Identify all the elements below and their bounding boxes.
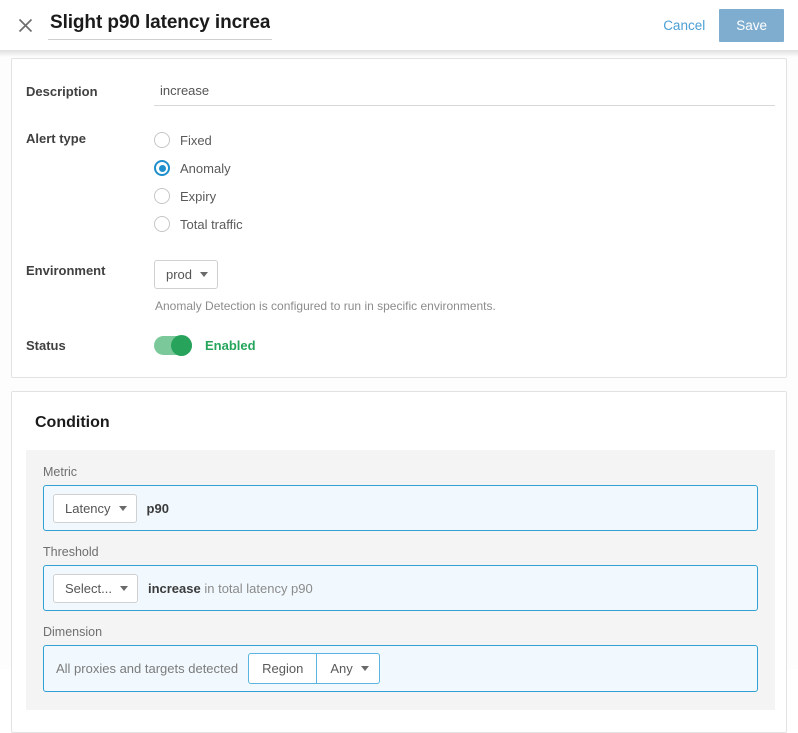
radio-option-anomaly[interactable]: Anomaly (154, 154, 775, 182)
alert-title-input[interactable] (48, 10, 272, 40)
radio-circle-icon (154, 216, 170, 232)
radio-circle-selected-icon (154, 160, 170, 176)
environment-row: Environment prod Anomaly Detection is co… (26, 260, 775, 313)
dialog-body: Description Alert type Fixed Anomaly (0, 50, 798, 669)
metric-value-bold: p90 (147, 501, 169, 516)
environment-help-text: Anomaly Detection is configured to run i… (154, 299, 775, 313)
metric-group: Metric Latency p90 (43, 465, 758, 531)
environment-dropdown[interactable]: prod (154, 260, 218, 289)
threshold-box[interactable]: Select... increase in total latency p90 (43, 565, 758, 611)
status-toggle[interactable] (154, 336, 192, 355)
description-label: Description (26, 81, 154, 99)
radio-label: Total traffic (180, 217, 243, 232)
threshold-rest-text: in total latency p90 (201, 581, 313, 596)
condition-card: Condition Metric Latency p90 Threshold (11, 391, 787, 733)
condition-title: Condition (35, 414, 775, 432)
threshold-bold-text: increase (148, 581, 201, 596)
radio-circle-icon (154, 188, 170, 204)
alert-type-options: Fixed Anomaly Expiry Total traffic (154, 128, 775, 238)
save-button[interactable]: Save (719, 9, 784, 42)
radio-option-fixed[interactable]: Fixed (154, 126, 775, 154)
description-row: Description (26, 81, 775, 106)
metric-label: Metric (43, 465, 758, 479)
metric-value-text: p90 (147, 501, 169, 516)
description-input[interactable] (154, 81, 775, 106)
status-toggle-label: Enabled (205, 338, 256, 353)
radio-circle-icon (154, 132, 170, 148)
status-toggle-wrap: Enabled (154, 335, 775, 355)
chevron-down-icon (200, 272, 208, 277)
general-settings-card: Description Alert type Fixed Anomaly (11, 58, 787, 378)
close-icon (18, 18, 33, 33)
metric-dropdown[interactable]: Latency (53, 494, 137, 523)
radio-option-total-traffic[interactable]: Total traffic (154, 210, 775, 238)
threshold-description: increase in total latency p90 (148, 581, 313, 596)
alert-type-label: Alert type (26, 128, 154, 146)
metric-dropdown-value: Latency (65, 501, 111, 516)
dialog-header: Cancel Save (0, 0, 798, 50)
chevron-down-icon (119, 506, 127, 511)
metric-box[interactable]: Latency p90 (43, 485, 758, 531)
threshold-dropdown[interactable]: Select... (53, 574, 138, 603)
status-field-wrap: Enabled (154, 335, 775, 355)
alert-type-radio-group: Fixed Anomaly Expiry Total traffic (154, 126, 775, 238)
alert-type-row: Alert type Fixed Anomaly Expiry (26, 128, 775, 238)
radio-label: Expiry (180, 189, 216, 204)
environment-label: Environment (26, 260, 154, 278)
threshold-group: Threshold Select... increase in total la… (43, 545, 758, 611)
radio-label: Anomaly (180, 161, 231, 176)
status-label: Status (26, 335, 154, 353)
dimension-group: Dimension All proxies and targets detect… (43, 625, 758, 692)
threshold-label: Threshold (43, 545, 758, 559)
radio-option-expiry[interactable]: Expiry (154, 182, 775, 210)
close-button[interactable] (10, 10, 40, 40)
chevron-down-icon (120, 586, 128, 591)
environment-dropdown-value: prod (166, 267, 192, 282)
environment-field-wrap: prod Anomaly Detection is configured to … (154, 260, 775, 313)
cancel-button[interactable]: Cancel (653, 12, 715, 39)
threshold-dropdown-value: Select... (65, 581, 112, 596)
status-row: Status Enabled (26, 335, 775, 355)
condition-panel: Metric Latency p90 Threshold Select... (26, 450, 775, 710)
radio-label: Fixed (180, 133, 212, 148)
description-field-wrap (154, 81, 775, 106)
dimension-label: Dimension (43, 625, 758, 639)
